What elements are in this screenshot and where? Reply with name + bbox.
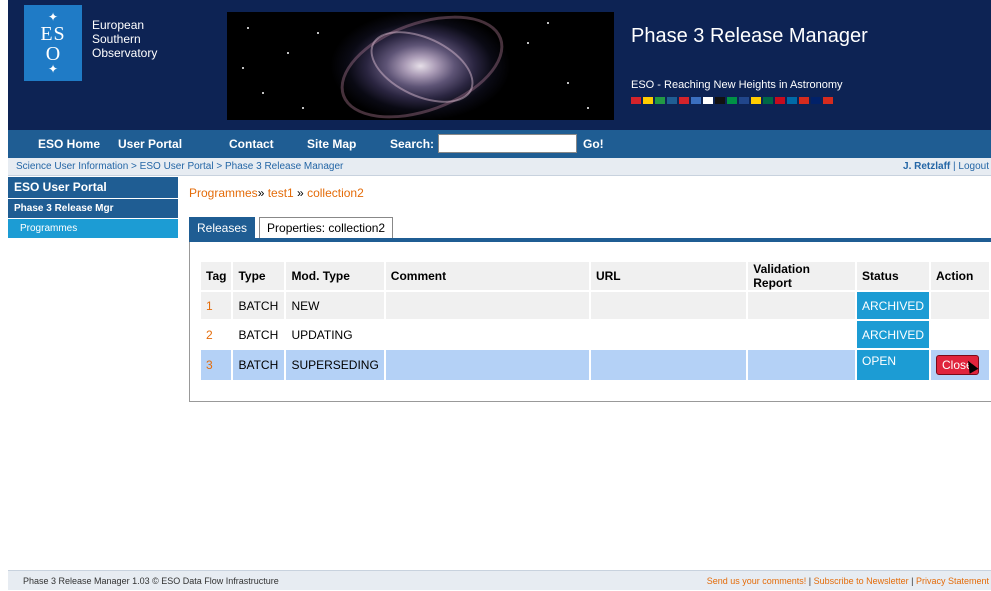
galaxy-banner-image <box>227 12 614 120</box>
breadcrumb[interactable]: Science User Information > ESO User Port… <box>16 158 343 176</box>
user-name[interactable]: J. Retzlaff <box>903 161 950 172</box>
cell-url <box>590 292 747 319</box>
org-line-1: European <box>92 18 145 32</box>
flag-icon[interactable] <box>631 97 641 104</box>
tab-bar: Releases Properties: collection2 <box>189 217 397 239</box>
status-badge: ARCHIVED <box>856 292 929 319</box>
footer-comments-link[interactable]: Send us your comments! <box>707 576 807 586</box>
logout-link[interactable]: Logout <box>958 161 989 172</box>
table-header-row: Tag Type Mod. Type Comment URL Validatio… <box>201 262 989 290</box>
cell-validation-report <box>748 350 855 380</box>
breadcrumb-bar: Science User Information > ESO User Port… <box>8 158 991 176</box>
cell-action: Close <box>931 350 989 380</box>
cell-tag[interactable]: 3 <box>201 350 232 380</box>
cell-mod-type: NEW <box>286 292 384 319</box>
flag-icon[interactable] <box>751 97 761 104</box>
flag-icon[interactable] <box>703 97 713 104</box>
sidebar-subheading[interactable]: Phase 3 Release Mgr <box>8 199 178 218</box>
search-input[interactable] <box>438 134 577 153</box>
footer: Phase 3 Release Manager 1.03 © ESO Data … <box>8 570 991 590</box>
main-nav: ESO Home User Portal Contact Site Map Se… <box>8 130 991 158</box>
col-validation-report: Validation Report <box>748 262 855 290</box>
org-line-3: Observatory <box>92 46 158 60</box>
cell-action <box>931 321 989 348</box>
table-row[interactable]: 1 BATCH NEW ARCHIVED <box>201 292 989 319</box>
cell-tag[interactable]: 1 <box>201 292 232 319</box>
cell-url <box>590 321 747 348</box>
col-comment: Comment <box>385 262 589 290</box>
releases-panel: Tag Type Mod. Type Comment URL Validatio… <box>189 242 991 402</box>
cell-comment <box>385 292 589 319</box>
cell-action <box>931 292 989 319</box>
cell-url <box>590 350 747 380</box>
sidebar-heading[interactable]: ESO User Portal <box>8 177 178 198</box>
crumb-test1[interactable]: test1 <box>268 186 294 200</box>
flag-icon[interactable] <box>679 97 689 104</box>
status-badge: ARCHIVED <box>856 321 929 348</box>
flag-icon[interactable] <box>811 97 821 104</box>
sidebar: ESO User Portal Phase 3 Release Mgr Prog… <box>8 177 178 238</box>
col-url: URL <box>590 262 747 290</box>
flag-icon[interactable] <box>643 97 653 104</box>
nav-user-portal[interactable]: User Portal <box>118 137 182 151</box>
flag-icon[interactable] <box>739 97 749 104</box>
cell-type: BATCH <box>233 292 285 319</box>
flag-icon[interactable] <box>691 97 701 104</box>
col-tag: Tag <box>201 262 232 290</box>
flag-icon[interactable] <box>655 97 665 104</box>
org-name: European Southern Observatory <box>92 18 157 60</box>
cell-comment <box>385 321 589 348</box>
flag-icon[interactable] <box>799 97 809 104</box>
cell-type: BATCH <box>233 350 285 380</box>
logo-star-icon: ✦ <box>47 10 59 24</box>
table-row[interactable]: 2 BATCH UPDATING ARCHIVED <box>201 321 989 348</box>
tab-properties[interactable]: Properties: collection2 <box>259 217 394 239</box>
col-action: Action <box>931 262 989 290</box>
cell-tag[interactable]: 2 <box>201 321 232 348</box>
col-status: Status <box>856 262 929 290</box>
cell-mod-type: UPDATING <box>286 321 384 348</box>
sidebar-item-programmes[interactable]: Programmes <box>8 219 178 238</box>
org-line-2: Southern <box>92 32 141 46</box>
search-go-button[interactable]: Go! <box>583 137 604 151</box>
flag-icon[interactable] <box>763 97 773 104</box>
flag-icon[interactable] <box>775 97 785 104</box>
nav-site-map[interactable]: Site Map <box>307 137 356 151</box>
eso-logo[interactable]: ✦ ES O ✦ <box>24 5 82 81</box>
cell-type: BATCH <box>233 321 285 348</box>
page-title: Phase 3 Release Manager <box>631 25 868 47</box>
flag-icon[interactable] <box>727 97 737 104</box>
footer-version: Phase 3 Release Manager 1.03 © ESO Data … <box>23 576 279 586</box>
logo-text: ES <box>40 23 66 45</box>
tagline: ESO - Reaching New Heights in Astronomy <box>631 79 843 91</box>
flag-icon[interactable] <box>667 97 677 104</box>
col-mod-type: Mod. Type <box>286 262 384 290</box>
flag-icon[interactable] <box>787 97 797 104</box>
nav-contact[interactable]: Contact <box>229 137 274 151</box>
search-label: Search: <box>390 137 435 151</box>
flag-icon[interactable] <box>823 97 833 104</box>
footer-privacy-link[interactable]: Privacy Statement <box>916 576 989 586</box>
footer-newsletter-link[interactable]: Subscribe to Newsletter <box>814 576 909 586</box>
language-flags <box>631 97 833 104</box>
cell-comment <box>385 350 589 380</box>
releases-table: Tag Type Mod. Type Comment URL Validatio… <box>199 260 991 382</box>
logo-o: O <box>45 43 61 65</box>
crumb-programmes[interactable]: Programmes <box>189 186 258 200</box>
flag-icon[interactable] <box>715 97 725 104</box>
status-badge: OPEN <box>856 350 929 380</box>
tab-releases[interactable]: Releases <box>189 217 256 239</box>
cell-mod-type: SUPERSEDING <box>286 350 384 380</box>
site-header: ✦ ES O ✦ European Southern Observatory P… <box>8 0 991 130</box>
nav-eso-home[interactable]: ESO Home <box>38 137 100 151</box>
col-type: Type <box>233 262 285 290</box>
user-info: J. Retzlaff | Logout <box>903 158 989 176</box>
table-row[interactable]: 3 BATCH SUPERSEDING OPEN Close <box>201 350 989 380</box>
crumb-collection[interactable]: collection2 <box>307 186 364 200</box>
logo-star-icon: ✦ <box>47 62 59 76</box>
cell-validation-report <box>748 292 855 319</box>
footer-links: Send us your comments! | Subscribe to Ne… <box>706 576 989 586</box>
cell-validation-report <box>748 321 855 348</box>
programme-breadcrumb: Programmes» test1 » collection2 <box>189 186 364 200</box>
